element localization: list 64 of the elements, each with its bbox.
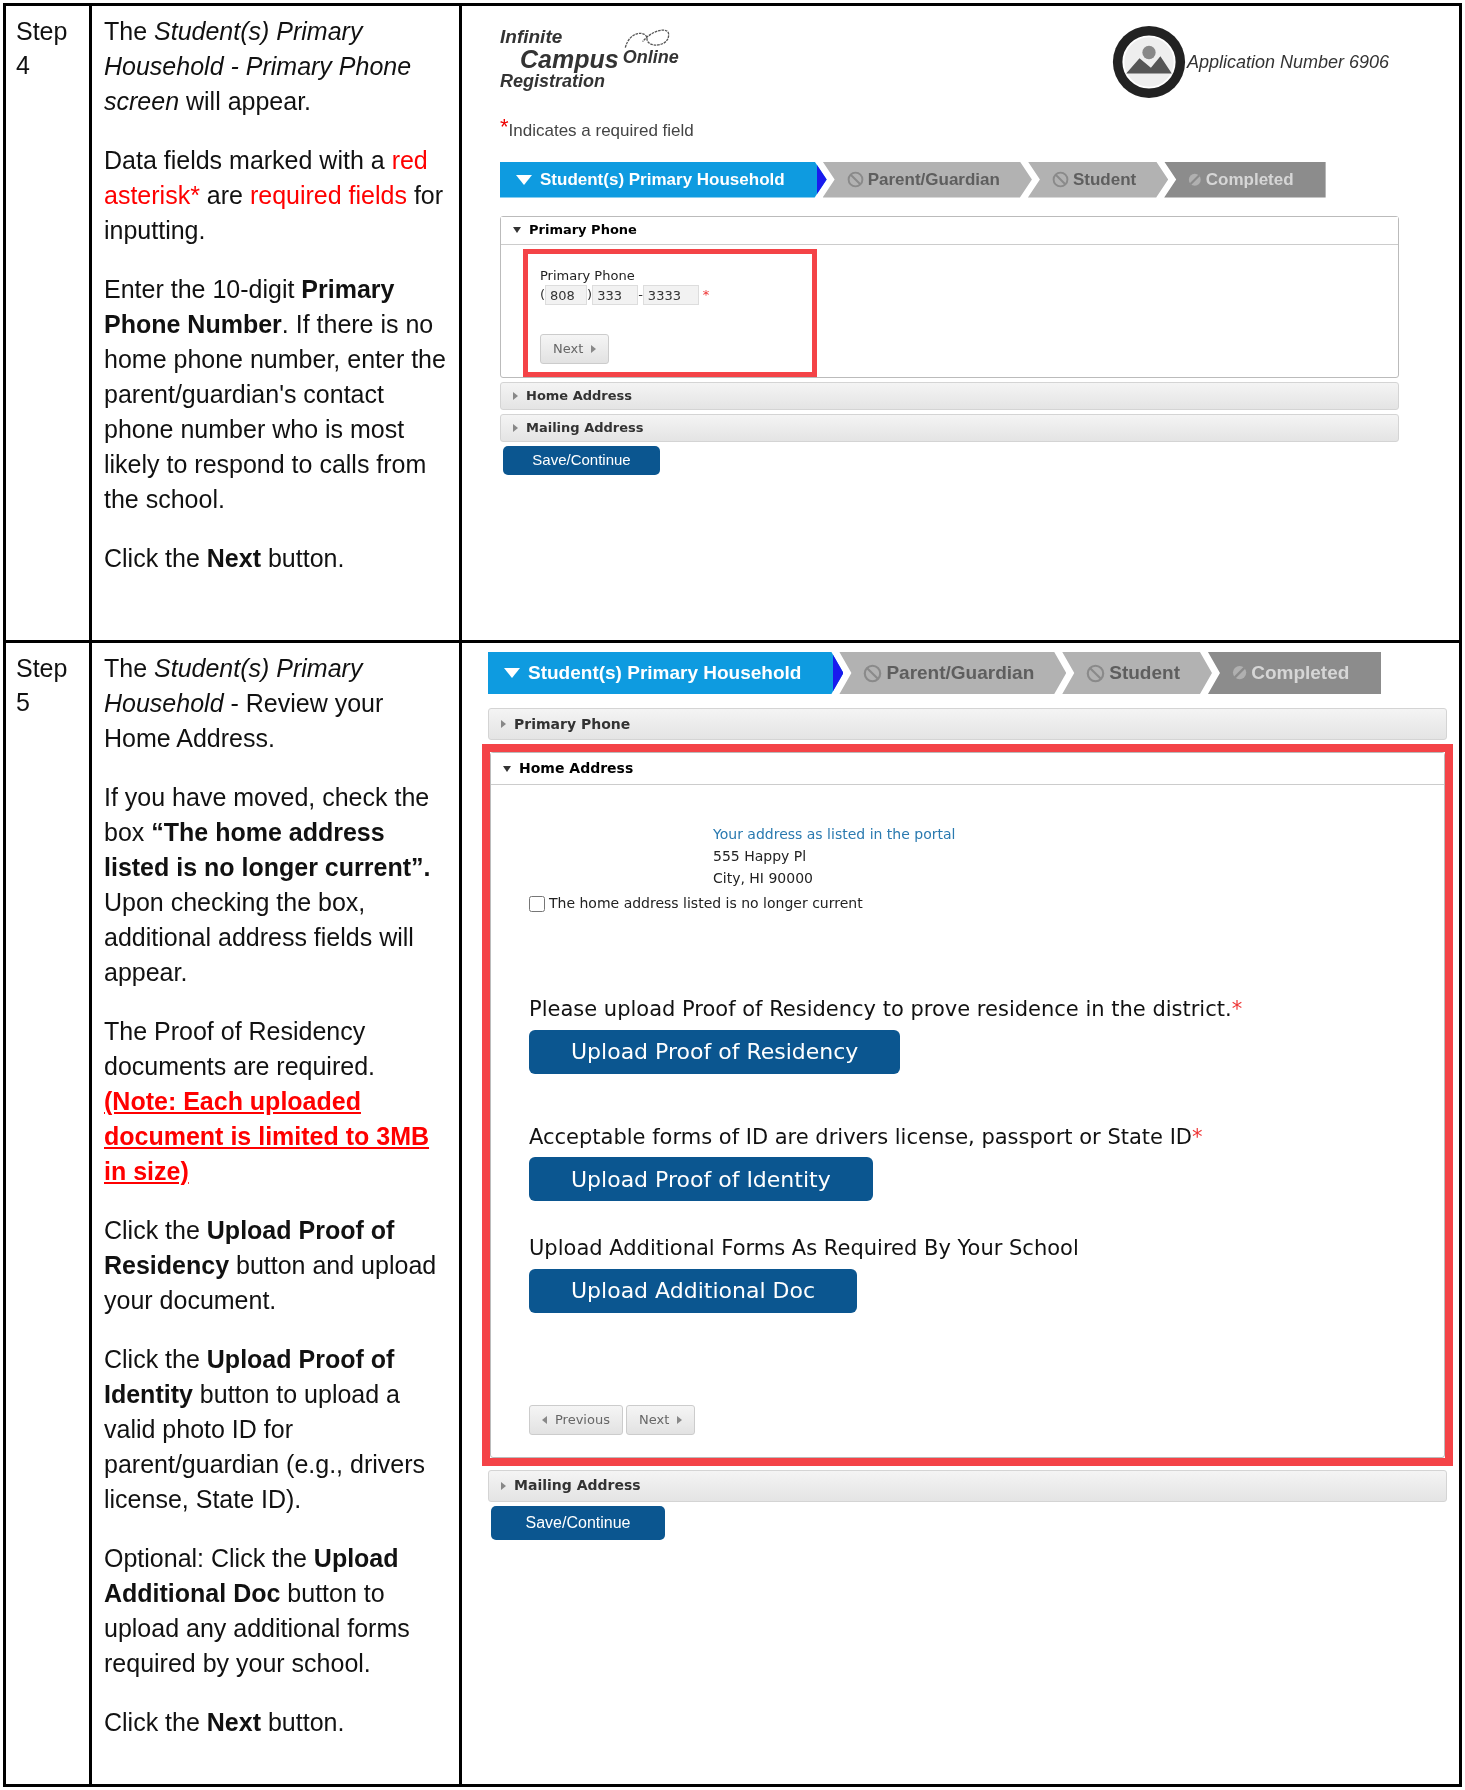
application-number: Application Number 6906 bbox=[1186, 50, 1389, 74]
instruction-paragraph: The Student(s) Primary Household - Primary Phone screen will appear. bbox=[104, 16, 413, 117]
prefix-field[interactable]: 333 bbox=[592, 285, 639, 305]
instruction-paragraph: The Proof of Residency documents are required. bbox=[104, 1016, 376, 1082]
instruction-paragraph: Click the Next button. bbox=[104, 543, 346, 574]
instruction-paragraph: The Student(s) Primary Household - Review your Home Address. bbox=[104, 653, 385, 754]
required-asterisk: * bbox=[702, 286, 710, 305]
section-header[interactable]: Mailing Address bbox=[500, 413, 1399, 442]
caret-icon bbox=[516, 174, 532, 185]
instruction-paragraph: Data fields marked with a red asterisk* are required fields for inputting. bbox=[104, 145, 445, 246]
right-caret-icon bbox=[677, 1415, 683, 1424]
line-number-field[interactable]: 3333 bbox=[642, 285, 699, 305]
caret-icon bbox=[504, 668, 520, 678]
collapsed-caret-icon bbox=[513, 423, 518, 432]
previous-button[interactable]: Previous bbox=[529, 1404, 623, 1435]
ban-icon bbox=[1051, 171, 1069, 188]
section-header[interactable]: Home Address bbox=[500, 381, 1399, 410]
area-code-field[interactable]: 808 bbox=[545, 285, 588, 305]
ban-icon bbox=[846, 171, 864, 188]
instruction-paragraph: If you have moved, check the box “The home address listed is no longer current”. Upon checking the box, additional address fields will appear. bbox=[104, 782, 432, 988]
section-header[interactable]: Primary Phone bbox=[501, 216, 1398, 245]
section-header[interactable]: Primary Phone bbox=[488, 708, 1447, 740]
address-line: 555 Happy Pl bbox=[713, 847, 808, 866]
seal-icon bbox=[1110, 24, 1187, 100]
required-note: *Indicates a required field bbox=[500, 118, 695, 142]
collapsed-caret-icon bbox=[501, 720, 506, 728]
upload-button[interactable]: Upload Proof of Residency bbox=[529, 1029, 901, 1074]
instruction-paragraph: Click the Upload Proof of Identity button to upload a valid photo ID for parent/guardian (e.g., drivers license, State ID). bbox=[104, 1344, 426, 1515]
ban-icon bbox=[863, 663, 883, 683]
address-line: City, HI 90000 bbox=[713, 869, 814, 888]
upload-prompt: Upload Additional Forms As Required By Your School bbox=[529, 1235, 1080, 1262]
checkbox[interactable] bbox=[529, 895, 545, 912]
next-button[interactable]: Next bbox=[625, 1404, 696, 1435]
address-caption: Your address as listed in the portal bbox=[713, 825, 957, 844]
upload-prompt: Acceptable forms of ID are drivers license, passport or State ID* bbox=[529, 1123, 1204, 1151]
right-caret-icon bbox=[591, 344, 597, 353]
paren-text: ( bbox=[540, 286, 546, 305]
field-label: Primary Phone bbox=[540, 266, 636, 285]
next-button[interactable]: Next bbox=[540, 333, 610, 364]
paren-text: ) bbox=[587, 286, 593, 305]
expanded-caret-icon bbox=[503, 765, 511, 772]
upload-prompt: Please upload Proof of Residency to prove residence in the district.* bbox=[529, 996, 1244, 1023]
dash-text: - bbox=[638, 286, 643, 305]
upload-button[interactable]: Upload Additional Doc bbox=[529, 1268, 857, 1313]
step-label: Step 5 bbox=[16, 653, 69, 718]
save-continue-button[interactable]: Save/Continue bbox=[503, 445, 660, 475]
left-caret-icon bbox=[542, 1415, 547, 1424]
save-continue-button[interactable]: Save/Continue bbox=[491, 1505, 665, 1540]
ban-icon bbox=[1188, 172, 1202, 187]
instruction-paragraph: Optional: Click the Upload Additional Doc button to upload any additional forms required by your school. bbox=[104, 1543, 411, 1679]
upload-button[interactable]: Upload Proof of Identity bbox=[529, 1157, 873, 1201]
checkbox-label: The home address listed is no longer current bbox=[549, 894, 863, 913]
expanded-caret-icon bbox=[513, 227, 521, 233]
collapsed-caret-icon bbox=[501, 1481, 506, 1490]
note-text: (Note: Each uploaded document is limited to 3MB in size) bbox=[104, 1086, 431, 1187]
step-label: Step 4 bbox=[16, 16, 69, 81]
instruction-paragraph: Enter the 10-digit Primary Phone Number. If there is no home phone number, enter the parent/guardian's contact phone number who is most likely to respond to calls from the school. bbox=[104, 274, 447, 515]
section-header[interactable]: Home Address bbox=[491, 753, 1444, 785]
ban-icon bbox=[1086, 663, 1106, 683]
collapsed-caret-icon bbox=[513, 391, 518, 400]
instruction-paragraph: Click the Next button. bbox=[104, 1707, 346, 1738]
ban-icon bbox=[1231, 665, 1248, 681]
section-header[interactable]: Mailing Address bbox=[488, 1469, 1447, 1502]
instruction-paragraph: Click the Upload Proof of Residency button and upload your document. bbox=[104, 1215, 438, 1316]
